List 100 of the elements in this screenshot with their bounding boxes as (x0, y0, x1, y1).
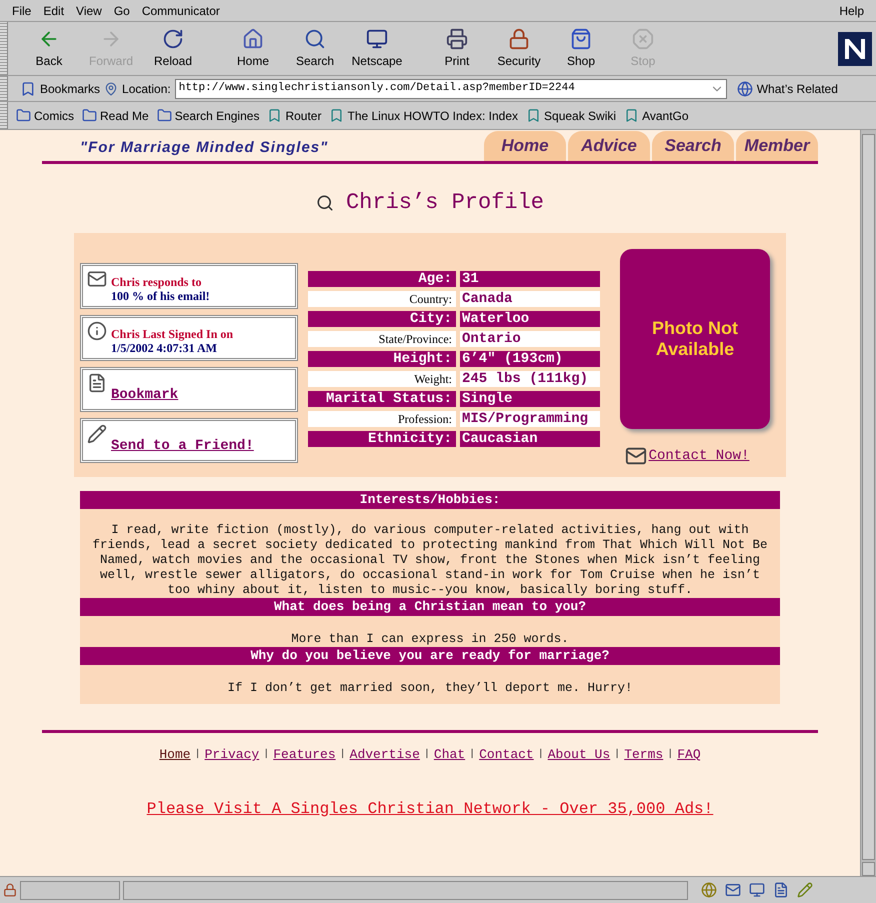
toolbar-button[interactable]: Reload (142, 22, 204, 75)
footer-link[interactable]: About Us (548, 745, 610, 764)
field-value: MIS/Programming (460, 411, 600, 427)
footer-link[interactable]: Privacy (204, 745, 260, 764)
scrollbar[interactable] (860, 130, 876, 876)
bookmark-icon (267, 108, 282, 123)
footer-link[interactable]: Features (273, 745, 336, 764)
location-icon (104, 82, 118, 96)
reload-icon (162, 28, 184, 50)
browser-logo (838, 32, 872, 66)
footer-link[interactable]: FAQ (677, 745, 701, 764)
field-label: Ethnicity: (308, 431, 456, 447)
toolbar-button[interactable]: Netscape (346, 22, 408, 75)
scroll-thumb[interactable] (862, 134, 875, 860)
toolbar-button[interactable]: Print (426, 22, 488, 75)
photo-text: Photo Not Available (651, 318, 739, 360)
field-value: Waterloo (460, 311, 600, 327)
toolbar-grip[interactable] (0, 102, 8, 129)
toolbar-button[interactable]: Security (488, 22, 550, 75)
search-icon (304, 28, 326, 50)
personal-toolbar-item[interactable]: Squeak Swiki (526, 106, 616, 124)
personal-toolbar-item[interactable]: Router (267, 106, 322, 124)
menu-item[interactable]: Edit (37, 2, 70, 20)
folder-icon (82, 108, 98, 123)
toolbar-button[interactable]: Search (284, 22, 346, 75)
scroll-down-button[interactable] (862, 862, 875, 876)
stat-text: Chris Last Signed In on (111, 327, 234, 341)
bookmark-icon (329, 108, 344, 123)
personal-toolbar-item[interactable]: The Linux HOWTO Index: Index (329, 106, 518, 124)
separator-text: | (538, 748, 544, 762)
toolbar-grip[interactable] (0, 76, 8, 101)
whats-related-button[interactable]: What’s Related (736, 80, 838, 98)
profile-title: Chris’s Profile (346, 189, 544, 217)
site-nav-tab[interactable]: Member (736, 131, 818, 161)
footer-link[interactable]: Advertise (350, 745, 420, 764)
field-value: 6’4" (193cm) (460, 351, 600, 367)
menu-item[interactable]: View (70, 2, 108, 20)
bookmark-icon (526, 108, 542, 123)
personal-toolbar-item[interactable]: Read Me (82, 106, 149, 124)
separator-text: | (614, 748, 620, 762)
stat-text: 1/5/2002 4:07:31 AM (111, 341, 218, 355)
field-label: Profession: (308, 411, 456, 427)
promo-link[interactable]: Please Visit A Singles Christian Network - Over 35,000 Ads! (146, 796, 714, 820)
field-value: 245 lbs (111kg) (460, 371, 600, 387)
field-value: 31 (460, 271, 600, 287)
stat-text: 100 % of his email! (111, 289, 210, 303)
separator-text: | (424, 748, 430, 762)
footer-link[interactable]: Chat (434, 745, 466, 764)
lock-icon (3, 883, 17, 897)
menu-item[interactable]: Help (833, 2, 870, 20)
contact-link[interactable]: Contact Now! (648, 446, 750, 467)
site-nav-tab[interactable]: Home (484, 131, 566, 161)
question-heading: What does being a Christian mean to you? (80, 598, 780, 616)
shop-icon (570, 28, 592, 50)
separator-text: | (194, 748, 201, 762)
magnifier-icon (316, 194, 334, 212)
field-label: Age: (308, 271, 456, 287)
toolbar-button[interactable]: Shop (550, 22, 612, 75)
folder-icon (156, 108, 172, 123)
separator-text: | (667, 748, 674, 762)
footer-link[interactable]: Contact (479, 745, 534, 764)
stop-icon (632, 28, 654, 50)
personal-toolbar-item[interactable]: Comics (16, 106, 74, 124)
field-value: Canada (460, 291, 600, 307)
toolbar-button[interactable]: Back (18, 22, 80, 75)
bookmark-icon (20, 80, 36, 96)
question-heading: Why do you believe you are ready for marriage? (80, 647, 780, 665)
location-label: Location: (122, 80, 171, 98)
menu-item[interactable]: File (6, 2, 38, 20)
toolbar-button[interactable]: Home (222, 22, 284, 75)
separator-text: | (340, 748, 346, 762)
answer-text: More than I can express in 250 words. (290, 631, 570, 647)
action-link[interactable]: Send to a Friend! (111, 436, 254, 457)
mail-icon[interactable] (725, 882, 741, 898)
field-label: City: (308, 311, 456, 327)
separator-text: | (469, 748, 476, 762)
url-field[interactable]: http://www.singlechristiansonly.com/Detail.asp?memberID=2244 (174, 78, 727, 98)
footer-link[interactable]: Terms (624, 745, 664, 764)
question-heading: Interests/Hobbies: (80, 491, 780, 509)
menu-item[interactable]: Go (108, 2, 136, 20)
field-label: Weight: (308, 371, 456, 387)
answer-text: If I don’t get married soon, they’ll deport me. Hurry! (226, 680, 634, 696)
site-nav-tab[interactable]: Advice (568, 131, 650, 161)
separator-text: | (263, 748, 270, 762)
personal-toolbar-item[interactable]: AvantGo (624, 106, 689, 124)
globe-icon (736, 80, 753, 96)
page-icon (87, 373, 107, 393)
stat-text: Chris responds to (111, 275, 202, 289)
field-value: Single (460, 391, 600, 407)
info-icon (87, 321, 107, 341)
folder-icon (16, 108, 31, 123)
envelope-icon (624, 445, 647, 467)
personal-toolbar-item[interactable]: Search Engines (156, 106, 260, 124)
menu-item[interactable]: Communicator (136, 2, 226, 20)
pencil-icon[interactable] (797, 882, 813, 898)
action-link[interactable]: Bookmark (111, 385, 178, 406)
toolbar-grip[interactable] (0, 22, 8, 75)
footer-link[interactable]: Home (159, 745, 191, 764)
site-nav-tab[interactable]: Search (652, 131, 734, 161)
bookmarks-button[interactable]: Bookmarks (12, 80, 100, 98)
